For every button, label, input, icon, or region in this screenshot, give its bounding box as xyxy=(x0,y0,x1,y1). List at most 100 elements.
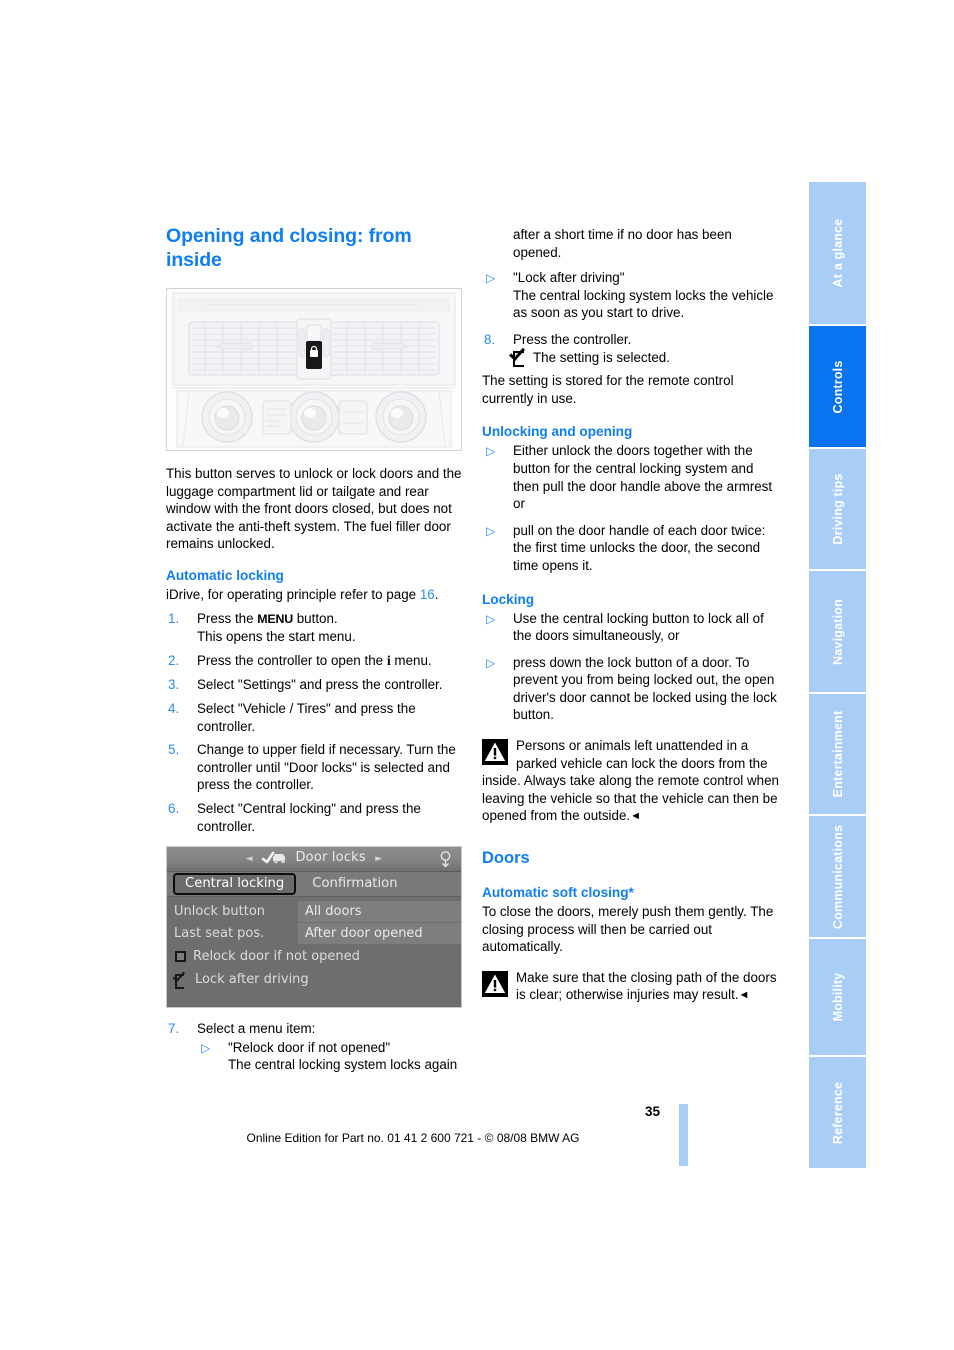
step-6: 6. Select "Central locking" and press th… xyxy=(166,800,464,835)
triangle-bullet-icon: ▷ xyxy=(486,444,496,459)
idrive-header-title: ◄ Door locks ► xyxy=(241,849,388,870)
page-title: Opening and closing: from inside xyxy=(166,225,412,271)
idrive-checkbox-relock-door[interactable]: Relock door if not opened xyxy=(167,946,461,967)
triangle-bullet-icon: ▷ xyxy=(486,523,496,538)
bullet-body: The central locking system locks the veh… xyxy=(513,287,774,321)
tab-communications[interactable]: Communications xyxy=(809,816,866,937)
tab-driving-tips[interactable]: Driving tips xyxy=(809,448,866,570)
warning-text: Persons or animals left unattended in a … xyxy=(482,737,780,826)
page-reference-link[interactable]: 16 xyxy=(420,587,435,602)
step-text: Select "Central locking" and press the c… xyxy=(197,800,421,834)
tab-navigation[interactable]: Navigation xyxy=(809,571,866,692)
tab-entertainment[interactable]: Entertainment xyxy=(809,693,866,815)
idrive-row-key: Last seat pos. xyxy=(174,925,265,941)
prev-arrow-icon[interactable]: ◄ xyxy=(241,854,258,864)
tab-mobility[interactable]: Mobility xyxy=(809,938,866,1056)
step-2: 2. Press the controller to open the i me… xyxy=(166,652,464,671)
bullet-text: Use the central locking button to lock a… xyxy=(513,610,764,644)
idrive-ref-after: . xyxy=(434,586,439,602)
step-number: 2. xyxy=(168,652,180,668)
step-8-result-text: The setting is selected. xyxy=(533,349,670,365)
step-subtext: This opens the start menu. xyxy=(197,629,356,645)
idrive-tab-central-locking[interactable]: Central locking xyxy=(173,873,297,896)
idrive-tab-confirmation[interactable]: Confirmation xyxy=(302,872,407,896)
menu-button-glyph: MENU xyxy=(257,611,293,626)
tab-controls[interactable]: Controls xyxy=(809,326,866,447)
heading-unlocking-and-opening: Unlocking and opening xyxy=(482,424,633,440)
bullet-pull-handle-twice: ▷ pull on the door handle of each door t… xyxy=(482,522,780,575)
step-3: 3. Select "Settings" and press the contr… xyxy=(166,676,464,694)
right-column: after a short time if no door has been o… xyxy=(482,226,780,1005)
idrive-row-key: Unlock button xyxy=(174,903,266,919)
idrive-title-text: Door locks xyxy=(295,849,366,865)
step-number: 3. xyxy=(168,677,180,693)
idrive-tab-strip: Central locking Confirmation xyxy=(167,872,461,898)
step-text-part: button. xyxy=(292,610,338,626)
bullet-relock-door: ▷ "Relock door if not opened" The centra… xyxy=(197,1039,464,1074)
checkbox-unchecked-icon xyxy=(175,951,186,963)
page-number: 35 xyxy=(644,1104,660,1119)
tab-reference[interactable]: Reference xyxy=(809,1057,866,1169)
warning-end-mark: ◄ xyxy=(630,810,642,823)
bullet-text: Either unlock the doors together with th… xyxy=(513,443,773,512)
center-console-figure xyxy=(166,288,462,451)
checkmark-box-icon xyxy=(513,350,530,367)
step-8-result: The setting is selected. xyxy=(513,349,780,367)
bullet-text: press down the lock button of a door. To… xyxy=(513,654,777,723)
setting-stored-note: The setting is stored for the remote con… xyxy=(482,373,734,406)
step-number: 7. xyxy=(168,1021,180,1037)
idrive-row-last-seat-pos[interactable]: Last seat pos. After door opened xyxy=(167,923,461,945)
footer-blue-bar xyxy=(679,1104,688,1166)
bullet-central-locking-button: ▷ Use the central locking button to lock… xyxy=(482,610,780,645)
bullet-lock-after-driving: ▷ "Lock after driving" The central locki… xyxy=(482,269,780,322)
step-7: 7. Select a menu item: ▷ "Relock door if… xyxy=(166,1020,464,1074)
step-text: Select a menu item: xyxy=(197,1021,316,1037)
vehicle-check-icon xyxy=(261,851,288,870)
heading-locking: Locking xyxy=(482,591,535,607)
step-1: 1. Press the MENU button. This opens the… xyxy=(166,610,464,646)
locking-bullets: ▷ Use the central locking button to lock… xyxy=(482,610,780,725)
idrive-row-unlock-button[interactable]: Unlock button All doors xyxy=(167,901,461,923)
bullet-press-lock-button: ▷ press down the lock button of a door. … xyxy=(482,654,780,724)
next-arrow-icon[interactable]: ► xyxy=(370,854,387,864)
bullet-title: "Relock door if not opened" xyxy=(228,1039,391,1055)
idrive-header: ◄ Door locks ► xyxy=(167,847,461,874)
left-column: Opening and closing: from inside This bu… xyxy=(166,224,464,1080)
idrive-door-locks-screen: ◄ Door locks ► Central locking Confirmat… xyxy=(166,846,462,1009)
warning-text: Make sure that the closing path of the d… xyxy=(482,969,780,1005)
step-number: 4. xyxy=(168,700,180,716)
step-8-group: 8. Press the controller. The setting is … xyxy=(482,331,780,367)
step-5: 5. Change to upper field if necessary. T… xyxy=(166,741,464,794)
tab-label: Mobility xyxy=(830,972,845,1022)
idrive-settings-list: Unlock button All doors Last seat pos. A… xyxy=(167,897,461,990)
checkbox-checked-icon xyxy=(175,973,190,989)
step-text-part: Press the xyxy=(197,610,258,626)
step-8: 8. Press the controller. The setting is … xyxy=(482,331,780,367)
step-7-group: 7. Select a menu item: ▷ "Relock door if… xyxy=(166,1020,464,1074)
continuation-text: after a short time if no door has been o… xyxy=(513,227,732,260)
tab-label: Reference xyxy=(830,1081,845,1144)
bullet-text: pull on the door handle of each door twi… xyxy=(513,522,766,573)
triangle-bullet-icon: ▷ xyxy=(486,271,496,286)
tab-at-a-glance[interactable]: At a glance xyxy=(809,182,866,325)
tab-label: Communications xyxy=(830,824,845,929)
step-text-part: Press the controller to open the xyxy=(197,652,387,668)
idrive-options-icon[interactable] xyxy=(439,851,452,874)
idrive-checkbox-lock-after-driving[interactable]: Lock after driving xyxy=(167,969,461,990)
heading-automatic-locking: Automatic locking xyxy=(166,567,284,583)
heading-doors: Doors xyxy=(482,849,530,868)
intro-paragraph: This button serves to unlock or lock doo… xyxy=(166,466,462,552)
bullet-title: "Lock after driving" xyxy=(513,270,625,286)
step-number: 6. xyxy=(168,800,180,816)
bullets-lock-after-driving: ▷ "Lock after driving" The central locki… xyxy=(482,269,780,322)
step-text: Select "Vehicle / Tires" and press the c… xyxy=(197,700,416,734)
idrive-row-value: After door opened xyxy=(298,923,461,945)
tab-label: Entertainment xyxy=(830,710,845,798)
warning-end-mark: ◄ xyxy=(738,989,750,1002)
step-number: 5. xyxy=(168,742,180,758)
step-text: Select "Settings" and press the controll… xyxy=(197,677,443,693)
step-text: Press the controller to open the i menu. xyxy=(197,652,432,669)
manual-page: At a glance Controls Driving tips Naviga… xyxy=(0,0,954,1350)
idrive-reference-line: iDrive, for operating principle refer to… xyxy=(166,586,464,604)
tab-label: Driving tips xyxy=(830,473,845,545)
